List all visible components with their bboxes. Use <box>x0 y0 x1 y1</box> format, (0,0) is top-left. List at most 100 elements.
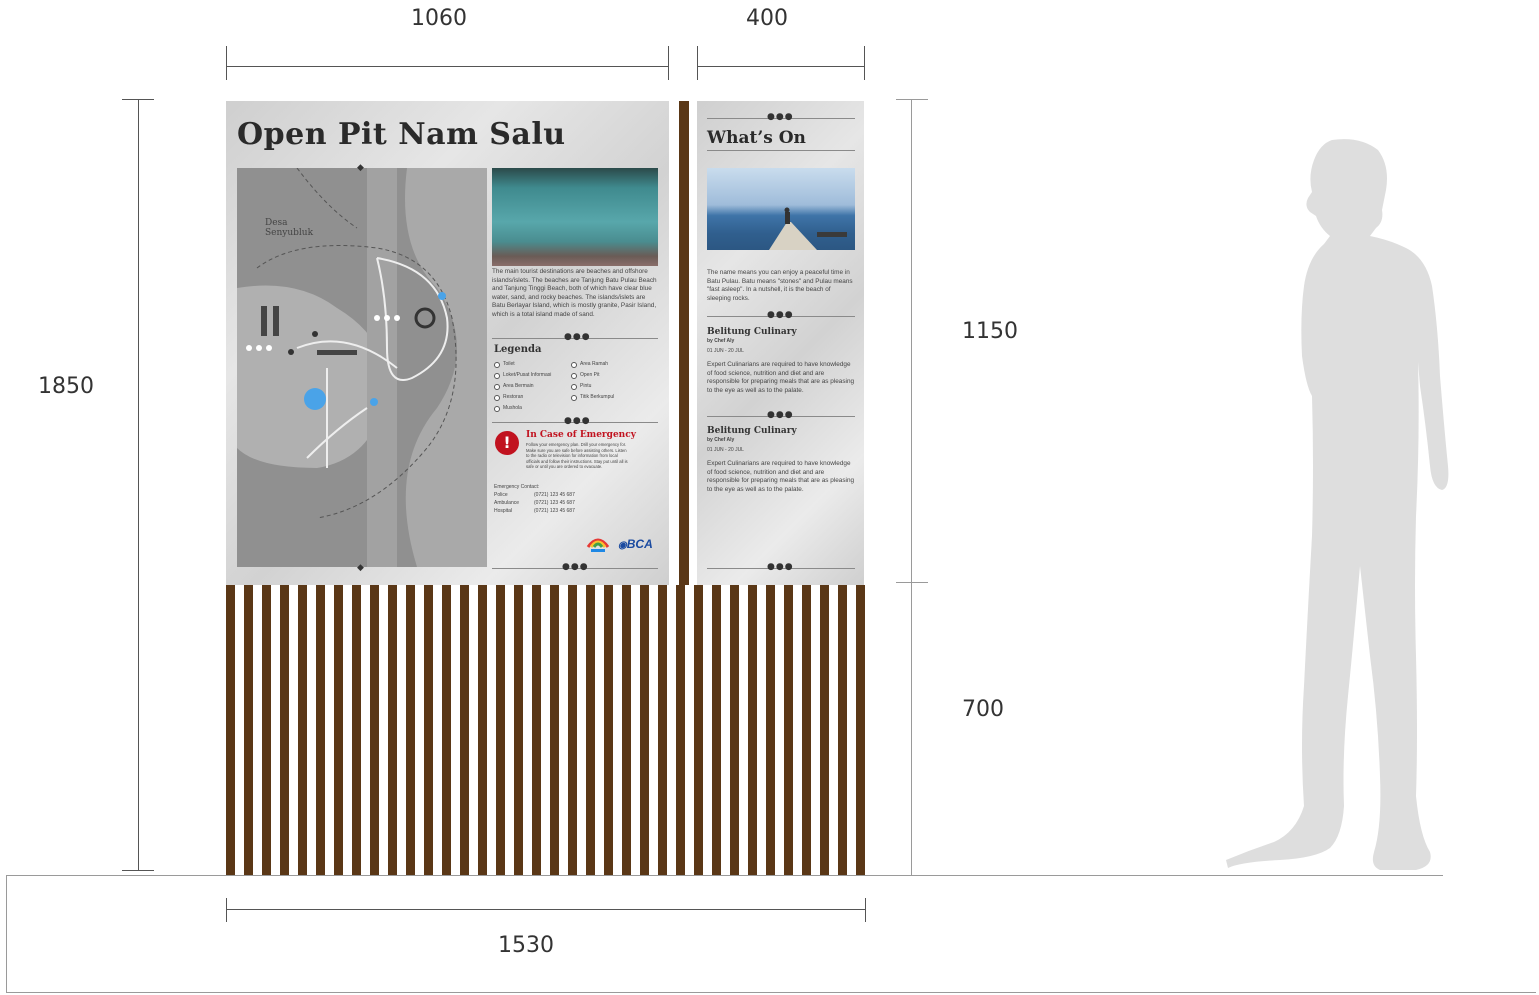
event-1-subtitle: by Chef Aly <box>707 338 735 344</box>
legend-item: Toilet <box>494 361 515 368</box>
frame-left-edge <box>6 875 7 993</box>
event-2-subtitle: by Chef Aly <box>707 437 735 443</box>
contact-number: (0721) 123 45 687 <box>534 500 575 506</box>
legend-marker-icon <box>494 405 500 412</box>
contact-row: Hospital (0721) 123 45 687 <box>494 508 614 515</box>
legend-marker-icon <box>494 383 500 390</box>
event-1-text: Expert Culinarians are required to have … <box>707 361 855 394</box>
legend-item-label: Titik Berkumpul <box>580 394 615 400</box>
contact-label: Police <box>494 492 508 498</box>
map-area-label: Desa Senyubluk <box>265 218 314 238</box>
contact-row: Ambulance (0721) 123 45 687 <box>494 500 614 507</box>
event-1-date: 01 JUN - 20 JUL <box>707 348 744 354</box>
dim-top-left-tick-b <box>668 46 669 80</box>
bca-logo-icon: ◉ <box>618 540 627 551</box>
map-bottom-marker: ◆ <box>357 563 365 573</box>
legend-item: Area Bermain <box>494 383 534 390</box>
contact-label: Ambulance <box>494 500 520 506</box>
legend-item-label: Pintu <box>580 383 592 389</box>
event-2-date: 01 JUN - 20 JUL <box>707 447 744 453</box>
dim-top-left-tick-a <box>226 46 227 80</box>
legend-marker-icon <box>571 372 577 379</box>
side-title-rule <box>707 150 855 151</box>
legend-item: Pintu <box>571 383 591 390</box>
contact-label: Hospital <box>494 508 513 514</box>
legend-item: Restoran <box>494 394 523 401</box>
human-scale-silhouette-icon <box>1226 139 1449 871</box>
contact-number: (0721) 123 45 687 <box>534 508 575 514</box>
legend-marker-icon <box>494 394 500 401</box>
event-2-title: Belitung Culinary <box>707 426 797 436</box>
legend-marker-icon <box>494 361 500 368</box>
event-2-text: Expert Culinarians are required to have … <box>707 460 855 493</box>
dim-top-right-line <box>697 66 864 67</box>
legend-item-label: Mushola <box>503 405 522 411</box>
legend-marker-icon <box>571 383 577 390</box>
legend-marker-icon <box>494 372 500 379</box>
dim-bottom-tick-a <box>226 898 227 922</box>
main-bottom-dots: ●●● <box>562 562 589 572</box>
legend-item: Open Pit <box>571 372 599 379</box>
emergency-title: In Case of Emergency <box>526 430 636 440</box>
side-panel: ●●● What’s On The name means you can enj… <box>697 101 864 585</box>
frame-bottom-edge <box>6 992 1536 993</box>
wood-slat-base <box>226 585 866 875</box>
dim-right-tick-mid <box>896 582 928 583</box>
legend-item-label: Area Ramah <box>580 361 609 367</box>
alert-icon: ! <box>495 431 519 455</box>
dim-right-line <box>911 99 912 875</box>
dim-right-lower-label: 700 <box>962 697 1004 722</box>
dim-left-tick-a <box>122 99 154 100</box>
legend-item-label: Open Pit <box>580 372 600 378</box>
emergency-dots: ●●● <box>564 416 591 426</box>
dim-right-upper-label: 1150 <box>962 319 1018 344</box>
legend-item-label: Area Bermain <box>503 383 534 389</box>
legend-item: Loket/Pusat Informasi <box>494 372 551 379</box>
contact-row: Police (0721) 123 45 687 <box>494 492 614 499</box>
site-map: Desa Senyubluk <box>237 168 487 567</box>
dim-top-left-line <box>226 66 669 67</box>
dim-top-right-label: 400 <box>746 6 788 31</box>
dim-right-tick-top <box>896 99 928 100</box>
map-top-marker: ◆ <box>357 163 365 173</box>
side-panel-title: What’s On <box>707 128 806 148</box>
dim-bottom-tick-b <box>865 898 866 922</box>
legend-item-label: Loket/Pusat Informasi <box>503 372 552 378</box>
legend-item-label: Restoran <box>503 394 524 400</box>
emergency-text: Follow your emergency plan. Drill your e… <box>526 442 628 470</box>
side-intro-text: The name means you can enjoy a peaceful … <box>707 269 853 302</box>
dim-top-right-tick-b <box>864 46 865 80</box>
legend-item: Area Ramah <box>571 361 608 368</box>
dim-top-right-tick-a <box>697 46 698 80</box>
legend-marker-icon <box>571 361 577 368</box>
dim-left-tick-b <box>122 870 154 871</box>
event-1-dots: ●●● <box>767 310 794 320</box>
side-bottom-dots: ●●● <box>767 562 794 572</box>
dim-bottom-line <box>226 909 865 910</box>
dim-bottom-label: 1530 <box>498 933 554 958</box>
dim-top-left-label: 1060 <box>411 6 467 31</box>
event-1-title: Belitung Culinary <box>707 327 797 337</box>
dim-left-label: 1850 <box>38 374 94 399</box>
legend-title: Legenda <box>494 344 542 355</box>
pier-drawing <box>769 207 847 250</box>
center-post <box>679 101 689 585</box>
rainbow-logo-icon <box>586 538 610 552</box>
pier-photo <box>707 168 855 250</box>
legend-dots: ●●● <box>564 332 591 342</box>
main-intro-text: The main tourist destinations are beache… <box>492 268 657 318</box>
lake-photo <box>492 168 658 266</box>
contact-number: (0721) 123 45 687 <box>534 492 575 498</box>
main-panel-title: Open Pit Nam Salu <box>237 117 566 152</box>
legend-item: Mushola <box>494 405 522 412</box>
legend-marker-icon <box>571 394 577 401</box>
bca-logo: ◉BCA <box>618 537 653 551</box>
dim-left-line <box>138 99 139 871</box>
main-panel: Open Pit Nam Salu Desa Senyubluk ◆ ◆ The… <box>226 101 669 585</box>
event-2-dots: ●●● <box>767 410 794 420</box>
legend-item: Titik Berkumpul <box>571 394 614 401</box>
contacts-title: Emergency Contact: <box>494 484 540 490</box>
side-top-dots: ●●● <box>767 112 794 122</box>
bca-logo-text: BCA <box>626 537 653 551</box>
legend-item-label: Toilet <box>503 361 515 367</box>
